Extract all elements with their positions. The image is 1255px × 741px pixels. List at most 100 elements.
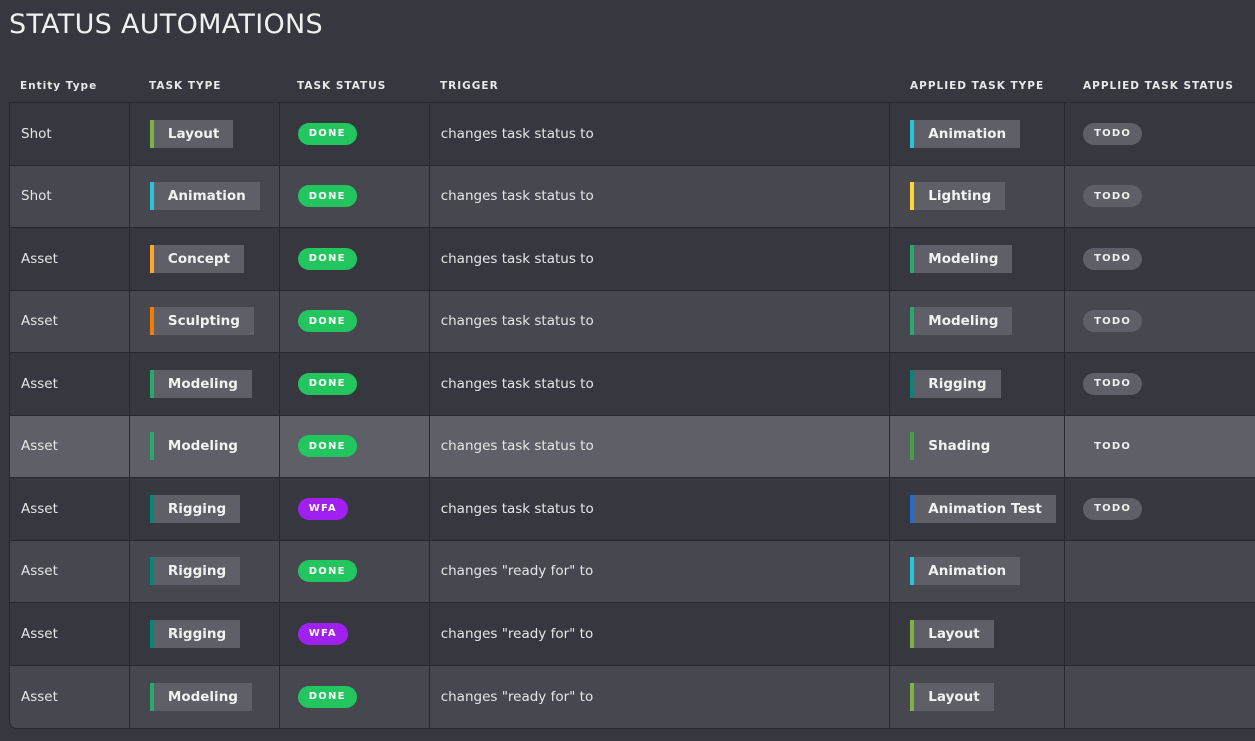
- applied-task-type-cell: Rigging: [890, 353, 1066, 415]
- table-row[interactable]: Asset Modeling DONE changes task status …: [10, 415, 1255, 478]
- header-applied-task-type[interactable]: APPLIED TASK TYPE: [890, 80, 1065, 92]
- trigger-cell: changes "ready for" to: [430, 540, 891, 602]
- task-type-label: Modeling: [167, 438, 238, 455]
- table-row[interactable]: Shot Animation DONE changes task status …: [10, 165, 1255, 228]
- entity-type-cell: Asset: [10, 353, 130, 415]
- trigger-text: changes task status to: [440, 188, 594, 205]
- trigger-cell: changes task status to: [430, 228, 891, 290]
- task-type-cell: Modeling: [130, 353, 280, 415]
- applied-task-status-badge: TODO: [1083, 185, 1143, 208]
- table-row[interactable]: Asset Rigging DONE changes "ready for" t…: [10, 540, 1255, 603]
- table-row[interactable]: Asset Rigging WFA changes "ready for" to…: [10, 603, 1255, 666]
- task-status-cell: DONE: [280, 228, 430, 290]
- applied-task-type-label: Layout: [928, 688, 980, 705]
- task-type-tag: Sculpting: [149, 307, 254, 336]
- header-trigger[interactable]: TRIGGER: [429, 80, 890, 92]
- entity-type-cell: Shot: [10, 165, 130, 227]
- applied-task-type-label: Modeling: [928, 313, 999, 330]
- task-status-cell: DONE: [280, 665, 430, 728]
- entity-type: Asset: [21, 625, 58, 642]
- applied-task-status-cell: TODO: [1065, 103, 1255, 165]
- task-type-tag: Animation: [149, 182, 260, 211]
- applied-task-type-cell: Lighting: [890, 165, 1066, 227]
- applied-task-status-cell: TODO: [1065, 291, 1255, 353]
- applied-task-type-label: Layout: [928, 625, 980, 642]
- page-title: STATUS AUTOMATIONS: [9, 9, 323, 40]
- header-entity-type[interactable]: Entity Type: [9, 80, 129, 92]
- applied-task-status-badge: TODO: [1083, 497, 1143, 520]
- header-applied-task-status[interactable]: APPLIED TASK STATUS: [1065, 80, 1255, 92]
- entity-type-cell: Asset: [10, 665, 130, 728]
- header-task-status[interactable]: TASK STATUS: [279, 80, 429, 92]
- applied-task-type-label: Shading: [928, 438, 991, 455]
- task-type-cell: Modeling: [130, 665, 280, 728]
- task-type-color-bar: [149, 682, 154, 711]
- applied-task-status-badge: TODO: [1083, 372, 1143, 395]
- applied-task-type-tag: Rigging: [910, 369, 1001, 398]
- trigger-text: changes task status to: [440, 375, 594, 392]
- applied-task-type-cell: Modeling: [890, 228, 1066, 290]
- task-type-color-bar: [149, 182, 154, 211]
- header-task-type[interactable]: TASK TYPE: [129, 80, 279, 92]
- applied-task-type-cell: Animation: [890, 540, 1066, 602]
- task-status-cell: DONE: [280, 353, 430, 415]
- task-status-cell: DONE: [280, 103, 430, 165]
- task-type-label: Rigging: [167, 500, 227, 517]
- entity-type: Asset: [21, 500, 58, 517]
- task-type-color-bar: [149, 119, 154, 148]
- trigger-cell: changes task status to: [430, 478, 891, 540]
- entity-type: Asset: [21, 250, 58, 267]
- task-status-badge: DONE: [297, 185, 357, 208]
- entity-type: Asset: [21, 375, 58, 392]
- task-status-cell: DONE: [280, 290, 430, 352]
- applied-task-status-cell: TODO: [1065, 166, 1255, 228]
- applied-task-type-label: Lighting: [928, 188, 992, 205]
- table-row[interactable]: Asset Concept DONE changes task status t…: [10, 228, 1255, 291]
- entity-type-cell: Asset: [10, 415, 130, 477]
- task-type-tag: Rigging: [149, 494, 241, 523]
- task-status-badge: DONE: [297, 122, 357, 145]
- task-type-cell: Modeling: [130, 415, 280, 477]
- applied-task-type-cell: Modeling: [890, 290, 1066, 352]
- table-row[interactable]: Asset Modeling DONE changes "ready for" …: [10, 665, 1255, 729]
- task-status-cell: DONE: [280, 165, 430, 227]
- table-body: Shot Layout DONE changes task status to …: [9, 103, 1255, 729]
- entity-type: Asset: [21, 688, 58, 705]
- applied-task-type-tag: Animation: [910, 557, 1021, 586]
- table-row[interactable]: Shot Layout DONE changes task status to …: [10, 103, 1255, 166]
- task-status-badge: DONE: [297, 247, 357, 270]
- task-type-color-bar: [149, 244, 154, 273]
- applied-task-type-cell: Layout: [890, 603, 1066, 665]
- applied-task-status-cell: [1065, 666, 1255, 729]
- entity-type: Asset: [21, 563, 58, 580]
- applied-task-type-label: Animation: [928, 563, 1007, 580]
- task-type-cell: Rigging: [130, 478, 280, 540]
- applied-task-status-cell: TODO: [1065, 228, 1255, 290]
- task-status-cell: DONE: [280, 540, 430, 602]
- applied-task-type-tag: Animation Test: [910, 494, 1056, 523]
- task-type-cell: Sculpting: [130, 290, 280, 352]
- task-status-cell: WFA: [280, 603, 430, 665]
- task-type-tag: Modeling: [149, 432, 252, 461]
- applied-task-type-label: Rigging: [928, 375, 987, 392]
- applied-task-type-color-bar: [910, 182, 915, 211]
- task-type-cell: Animation: [130, 165, 280, 227]
- task-type-label: Layout: [167, 125, 220, 142]
- task-status-badge: WFA: [297, 622, 348, 645]
- table-row[interactable]: Asset Modeling DONE changes task status …: [10, 353, 1255, 416]
- table-row[interactable]: Asset Rigging WFA changes task status to…: [10, 478, 1255, 541]
- applied-task-type-cell: Layout: [890, 665, 1066, 728]
- entity-type-cell: Asset: [10, 540, 130, 602]
- task-type-cell: Rigging: [130, 540, 280, 602]
- task-status-badge: DONE: [297, 560, 357, 583]
- applied-task-type-tag: Modeling: [910, 244, 1013, 273]
- applied-task-type-cell: Animation: [890, 103, 1066, 165]
- applied-task-type-tag: Modeling: [910, 307, 1013, 336]
- table-row[interactable]: Asset Sculpting DONE changes task status…: [10, 290, 1255, 353]
- task-type-tag: Concept: [149, 244, 244, 273]
- applied-task-type-color-bar: [910, 244, 915, 273]
- task-type-cell: Concept: [130, 228, 280, 290]
- applied-task-type-label: Animation Test: [928, 500, 1042, 517]
- task-type-color-bar: [149, 619, 154, 648]
- applied-task-type-color-bar: [910, 682, 915, 711]
